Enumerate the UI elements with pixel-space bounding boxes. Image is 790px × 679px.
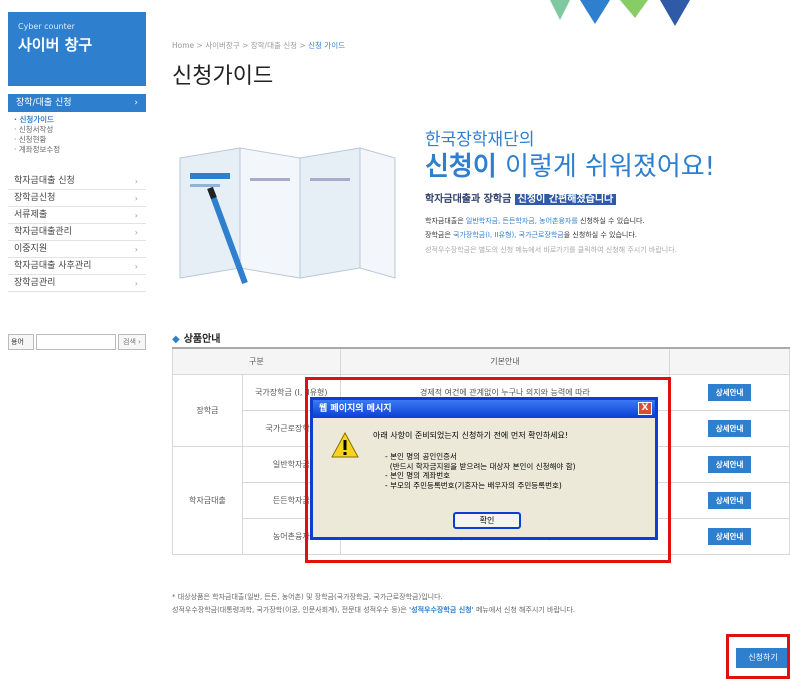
submenu-status[interactable]: · 신청현황: [14, 135, 60, 145]
chevron-right-icon: ›: [134, 279, 138, 288]
checklist-item: (반드시 학자금지원을 받으려는 대상자 본인이 신청해야 함): [385, 461, 576, 471]
checklist-item: - 부모의 주민등록번호(기혼자는 배우자의 주민등록번호): [385, 480, 562, 490]
submenu-account[interactable]: · 계좌정보수정: [14, 145, 60, 155]
checklist-item: - 본인 명의 계좌번호: [385, 471, 451, 480]
sidebar-item-active[interactable]: 장학/대출 신청 ›: [8, 94, 146, 112]
highlight-box-apply: [726, 634, 790, 679]
chevron-right-icon: ›: [134, 177, 138, 186]
decorative-leaves: [550, 0, 690, 26]
hero-desc-merit: 성적우수장학금은 별도의 신청 메뉴에서 바로가기를 클릭하여 신청해 주시기 …: [425, 246, 677, 254]
row-action: 상세안내: [669, 373, 790, 411]
chevron-right-icon: ›: [134, 228, 138, 237]
chevron-right-icon: ›: [134, 211, 138, 220]
row-category: 장학금: [172, 373, 243, 447]
hero-desc-loan: 학자금대출은 일반학자금, 든든학자금, 농어촌융자를 신청하실 수 있습니다.: [425, 217, 645, 225]
hero-desc-scholarship: 장학금은 국가장학금(I, II유형), 국가근로장학금을 신청하실 수 있습니…: [425, 231, 638, 239]
sidebar-item[interactable]: 장학금관리 ›: [8, 275, 146, 292]
sidebar-item[interactable]: 학자금대출 신청 ›: [8, 173, 146, 190]
search-button[interactable]: 검색 ›: [118, 334, 146, 350]
header-category: 구분: [172, 347, 341, 375]
sidebar-title: 사이버 창구: [18, 36, 93, 54]
bullet-icon: ◆: [172, 334, 180, 345]
row-action: 상세안내: [669, 445, 790, 483]
row-action: 상세안내: [669, 481, 790, 519]
sidebar-active-label: 장학/대출 신청: [16, 98, 72, 108]
sidebar-item[interactable]: 이중지원 ›: [8, 241, 146, 258]
note-line2: 성적우수장학금(대통령과학, 국가장학(이공, 인문사회계), 전문대 성적우수…: [172, 606, 576, 614]
page-title: 신청가이드: [172, 64, 274, 89]
search-select[interactable]: 용어: [8, 334, 34, 350]
dialog-checklist: - 본인 명의 공인인증서 (반드시 학자금지원을 받으려는 대상자 본인이 신…: [385, 452, 576, 490]
detail-button[interactable]: 상세안내: [707, 419, 752, 437]
row-category: 학자금대출: [172, 445, 243, 555]
sidebar-header: Cyber counter 사이버 창구: [8, 12, 146, 86]
header-info: 기본안내: [339, 347, 671, 375]
sidebar-search: 용어 검색 ›: [8, 334, 146, 350]
footnotes: * 대상상품은 학자금대출(일반, 든든, 농어촌) 및 장학금(국가장학금, …: [172, 591, 575, 617]
checklist-item: - 본인 명의 공인인증서: [385, 452, 457, 461]
detail-button[interactable]: 상세안내: [707, 527, 752, 545]
alert-dialog: 웹 페이지의 메시지 X 아래 사항이 준비되었는지 신청하기 전에 먼저 확인…: [310, 397, 658, 540]
note-line1: * 대상상품은 학자금대출(일반, 든든, 농어촌) 및 장학금(국가장학금, …: [172, 593, 443, 601]
submenu-form[interactable]: · 신청서작성: [14, 125, 60, 135]
row-action: 상세안내: [669, 517, 790, 555]
chevron-right-icon: ›: [134, 262, 138, 271]
chevron-right-icon: ›: [134, 245, 138, 254]
header-action: [669, 347, 790, 375]
sidebar-item[interactable]: 장학금신청 ›: [8, 190, 146, 207]
hero-headline: 신청이 이렇게 쉬워졌어요!: [425, 152, 716, 182]
sidebar-item[interactable]: 서류제출 ›: [8, 207, 146, 224]
warning-icon: [331, 432, 359, 458]
brochure-image: [179, 147, 396, 285]
sidebar-en-title: Cyber counter: [18, 22, 75, 31]
submenu-guide[interactable]: · 신청가이드: [14, 115, 60, 125]
table-header-row: 구분 기본안내: [172, 347, 790, 375]
detail-button[interactable]: 상세안내: [707, 383, 752, 401]
hero-subhead: 학자금대출과 장학금 신청이 간편해졌습니다: [425, 190, 617, 205]
chevron-right-icon: ›: [134, 98, 138, 108]
dialog-message: 아래 사항이 준비되었는지 신청하기 전에 먼저 확인하세요!: [373, 431, 569, 440]
close-button[interactable]: X: [638, 402, 652, 415]
detail-button[interactable]: 상세안내: [707, 455, 752, 473]
sidebar-item[interactable]: 학자금대출 사후관리 ›: [8, 258, 146, 275]
dialog-title: 웹 페이지의 메시지: [319, 404, 392, 414]
search-input[interactable]: [36, 334, 116, 350]
page: Cyber counter 사이버 창구 장학/대출 신청 › · 신청가이드 …: [0, 0, 790, 679]
dialog-titlebar: 웹 페이지의 메시지 X: [313, 400, 655, 418]
sidebar-submenu: · 신청가이드 · 신청서작성 · 신청현황 · 계좌정보수정: [14, 115, 60, 155]
breadcrumb: Home > 사이버창구 > 장학/대출 신청 > 신청 가이드: [172, 41, 346, 50]
chevron-right-icon: ›: [134, 194, 138, 203]
detail-button[interactable]: 상세안내: [707, 491, 752, 509]
sidebar-menu: 학자금대출 신청 › 장학금신청 › 서류제출 › 학자금대출관리 › 이중지원 › 학자…: [8, 173, 146, 292]
sidebar-item[interactable]: 학자금대출관리 ›: [8, 224, 146, 241]
row-action: 상세안내: [669, 409, 790, 447]
section-title: ◆ 상품안내: [172, 334, 221, 345]
ok-button[interactable]: 확인: [453, 512, 521, 529]
